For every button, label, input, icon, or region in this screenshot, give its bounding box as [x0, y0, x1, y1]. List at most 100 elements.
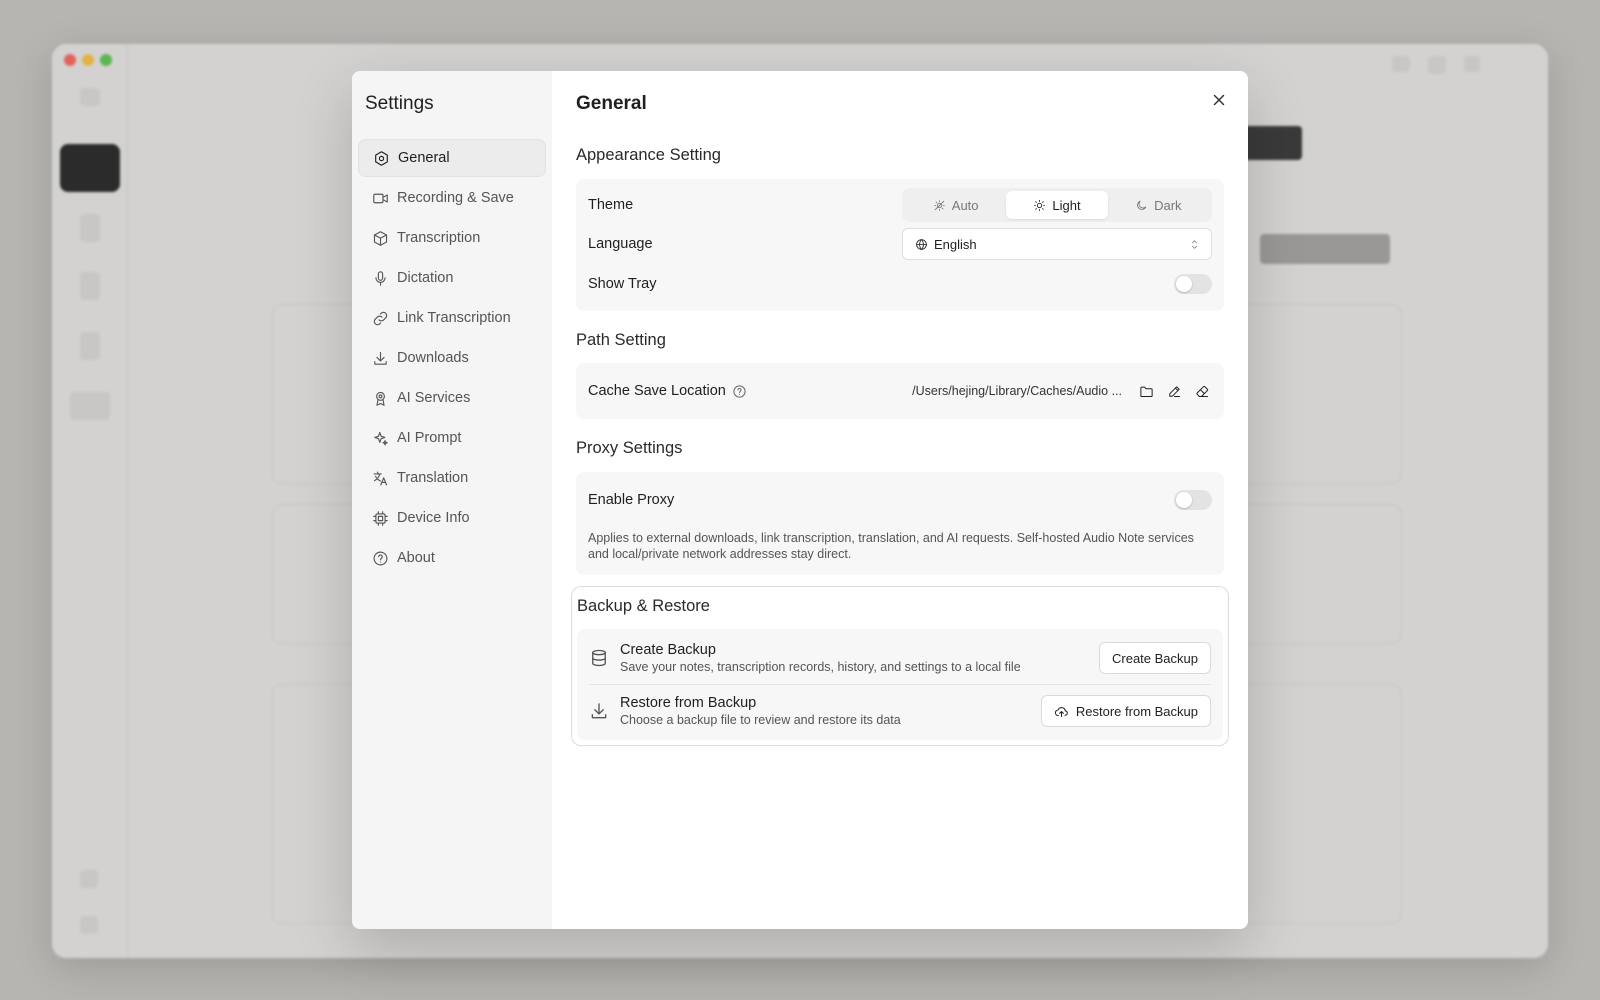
settings-content: General Appearance Setting Theme Auto Li…: [552, 71, 1248, 929]
nav-item-transcription[interactable]: Transcription: [358, 219, 546, 257]
background-settings-icon: [80, 916, 98, 934]
edit-path-button[interactable]: [1164, 381, 1184, 401]
enable-proxy-toggle[interactable]: [1174, 490, 1212, 510]
folder-icon: [1139, 386, 1153, 397]
nav-item-device-info[interactable]: Device Info: [358, 499, 546, 537]
open-folder-button[interactable]: [1136, 381, 1156, 401]
theme-option-label: Auto: [951, 197, 979, 213]
language-select-value: English: [934, 236, 977, 252]
nav-item-label: AI Prompt: [397, 430, 462, 446]
nav-item-label: Link Transcription: [397, 310, 511, 326]
language-label: Language: [588, 236, 653, 252]
settings-sidebar-title: Settings: [365, 93, 434, 114]
theme-option-dark[interactable]: Dark: [1108, 191, 1209, 219]
background-user-icon: [80, 870, 98, 888]
nav-item-label: Dictation: [397, 270, 454, 286]
cache-location-label: Cache Save Location: [588, 383, 747, 399]
settings-dialog: Settings General Recording & Save Transc…: [352, 71, 1248, 929]
page-title: General: [576, 93, 647, 114]
pencil-icon: [1168, 385, 1180, 397]
download-icon: [591, 703, 607, 719]
restore-backup-title: Restore from Backup: [620, 694, 757, 711]
background-toolbar-icon: [1464, 56, 1480, 72]
cache-location-value: /Users/hejing/Library/Caches/Audio ...: [912, 384, 1122, 398]
clear-path-button[interactable]: [1192, 381, 1212, 401]
create-backup-text: Create Backup Save your notes, transcrip…: [620, 641, 1099, 676]
background-nav-item: [80, 214, 100, 242]
close-icon[interactable]: [1210, 91, 1228, 109]
cube-icon: [373, 230, 388, 246]
background-nav-item: [80, 332, 100, 360]
language-select[interactable]: English: [902, 228, 1212, 260]
create-backup-row: Create Backup Save your notes, transcrip…: [589, 632, 1211, 684]
eraser-icon: [1195, 385, 1208, 397]
nav-item-recording-save[interactable]: Recording & Save: [358, 179, 546, 217]
nav-item-translation[interactable]: Translation: [358, 459, 546, 497]
restore-backup-description: Choose a backup file to review and resto…: [620, 712, 901, 727]
theme-option-label: Light: [1052, 197, 1081, 213]
download-icon: [374, 351, 387, 365]
nav-item-label: General: [398, 150, 450, 166]
nav-item-general[interactable]: General: [358, 139, 546, 177]
link-icon: [373, 311, 388, 325]
microphone-icon: [375, 270, 386, 286]
help-circle-icon[interactable]: [732, 384, 747, 399]
nav-item-dictation[interactable]: Dictation: [358, 259, 546, 297]
cache-location-label-text: Cache Save Location: [588, 383, 726, 399]
show-tray-row: Show Tray: [588, 264, 1212, 304]
path-section-title: Path Setting: [576, 331, 666, 349]
nav-item-downloads[interactable]: Downloads: [358, 339, 546, 377]
nav-item-about[interactable]: About: [358, 539, 546, 577]
nav-item-label: AI Services: [397, 390, 471, 406]
chevron-up-down-icon: [1191, 239, 1198, 249]
create-backup-button[interactable]: Create Backup: [1099, 642, 1211, 674]
theme-option-auto[interactable]: Auto: [905, 191, 1006, 219]
enable-proxy-label: Enable Proxy: [588, 492, 675, 508]
language-row: Language English: [588, 224, 1212, 264]
help-circle-icon: [373, 551, 388, 565]
path-panel: Cache Save Location /Users/hejing/Librar…: [576, 363, 1224, 419]
nav-item-label: About: [397, 550, 435, 566]
appearance-panel: Theme Auto Light Dark Language English S…: [576, 179, 1224, 311]
nav-item-ai-prompt[interactable]: AI Prompt: [358, 419, 546, 457]
proxy-description: Applies to external downloads, link tran…: [588, 531, 1194, 561]
theme-segmented-control: Auto Light Dark: [902, 188, 1212, 222]
sparkles-icon: [374, 431, 388, 445]
show-tray-label: Show Tray: [588, 276, 657, 292]
nav-item-link-transcription[interactable]: Link Transcription: [358, 299, 546, 337]
nav-item-label: Recording & Save: [397, 190, 514, 206]
nav-item-ai-services[interactable]: AI Services: [358, 379, 546, 417]
backup-restore-section: Backup & Restore Create Backup Save your…: [571, 586, 1229, 746]
restore-backup-button[interactable]: Restore from Backup: [1040, 695, 1211, 727]
background-action-button: [1260, 234, 1390, 264]
hexagon-gear-icon: [375, 150, 388, 166]
create-backup-description: Save your notes, transcription records, …: [620, 659, 1021, 674]
nav-item-label: Translation: [397, 470, 469, 486]
cache-location-row: Cache Save Location /Users/hejing/Librar…: [588, 363, 1212, 419]
nav-item-label: Device Info: [397, 510, 470, 526]
restore-backup-row: Restore from Backup Choose a backup file…: [589, 685, 1211, 737]
theme-option-label: Dark: [1154, 197, 1182, 213]
enable-proxy-row: Enable Proxy: [588, 472, 1212, 528]
appearance-section-title: Appearance Setting: [576, 146, 721, 164]
ribbon-icon: [376, 391, 385, 406]
background-sidebar: [52, 44, 128, 958]
background-nav-active: [60, 144, 120, 192]
theme-label: Theme: [588, 197, 634, 213]
background-toolbar-icon: [1392, 56, 1410, 72]
background-nav-item: [70, 392, 110, 420]
background-menu-icon: [80, 88, 100, 106]
theme-option-light[interactable]: Light: [1006, 191, 1108, 219]
settings-sidebar: Settings General Recording & Save Transc…: [352, 71, 552, 929]
restore-backup-text: Restore from Backup Choose a backup file…: [620, 694, 1041, 729]
globe-icon: [916, 238, 927, 250]
auto-theme-icon: [933, 199, 945, 211]
restore-backup-button-label: Restore from Backup: [1075, 703, 1198, 719]
database-icon: [592, 649, 606, 667]
background-toolbar-icon: [1428, 56, 1446, 74]
show-tray-toggle[interactable]: [1174, 274, 1212, 294]
cloud-upload-icon: [1054, 706, 1068, 717]
create-backup-title: Create Backup: [620, 641, 716, 658]
sun-icon: [1034, 199, 1046, 211]
theme-row: Theme Auto Light Dark: [588, 186, 1212, 224]
